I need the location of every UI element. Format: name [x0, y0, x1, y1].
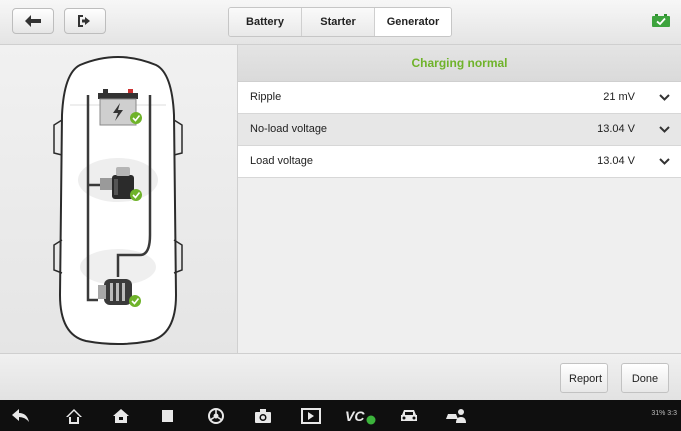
- vehicle-diagram-panel: [0, 45, 238, 353]
- status-bar-text: 31% 3:3: [651, 410, 677, 417]
- chevron-down-icon[interactable]: [657, 82, 671, 113]
- back-arrow-icon: [25, 15, 41, 27]
- result-label: Ripple: [250, 91, 282, 103]
- action-bar: Report Done: [0, 353, 681, 401]
- results-panel: Charging normal Ripple 21 mV No-load vol…: [238, 45, 681, 353]
- done-button[interactable]: Done: [621, 363, 669, 393]
- tab-starter[interactable]: Starter: [302, 8, 375, 36]
- exit-icon: [78, 15, 90, 27]
- result-value: 13.04 V: [597, 123, 635, 135]
- tab-generator[interactable]: Generator: [375, 8, 451, 36]
- svg-text:VC: VC: [345, 408, 365, 424]
- vehicle-diagram: [53, 56, 183, 345]
- check-icon: [130, 112, 142, 124]
- remote-expert-icon[interactable]: [445, 405, 467, 427]
- recent-apps-icon[interactable]: [158, 405, 180, 427]
- screenshot-icon[interactable]: [300, 405, 322, 427]
- back-button[interactable]: [12, 8, 54, 34]
- result-value: 21 mV: [603, 91, 635, 103]
- result-row-load-voltage[interactable]: Load voltage 13.04 V: [238, 146, 681, 178]
- result-row-no-load-voltage[interactable]: No-load voltage 13.04 V: [238, 114, 681, 146]
- report-button[interactable]: Report: [560, 363, 608, 393]
- result-label: Load voltage: [250, 155, 313, 167]
- tab-battery[interactable]: Battery: [229, 8, 302, 36]
- top-toolbar: Battery Starter Generator: [0, 0, 681, 45]
- system-navigation-bar: VC 31% 3:3: [0, 400, 681, 431]
- vci-icon[interactable]: VC: [344, 405, 378, 427]
- tab-bar: Battery Starter Generator: [228, 7, 452, 37]
- chevron-down-icon[interactable]: [657, 146, 671, 177]
- check-icon: [129, 295, 141, 307]
- result-label: No-load voltage: [250, 123, 328, 135]
- status-banner: Charging normal: [238, 45, 681, 82]
- house-icon[interactable]: [110, 405, 132, 427]
- battery-ok-icon: [652, 14, 670, 27]
- result-value: 13.04 V: [597, 155, 635, 167]
- chevron-down-icon[interactable]: [657, 114, 671, 145]
- exit-button[interactable]: [64, 8, 106, 34]
- back-icon[interactable]: [10, 405, 32, 427]
- browser-icon[interactable]: [205, 405, 227, 427]
- check-icon: [130, 189, 142, 201]
- car-icon[interactable]: [398, 405, 420, 427]
- camera-icon[interactable]: [252, 405, 274, 427]
- result-row-ripple[interactable]: Ripple 21 mV: [238, 82, 681, 114]
- home-icon[interactable]: [63, 405, 85, 427]
